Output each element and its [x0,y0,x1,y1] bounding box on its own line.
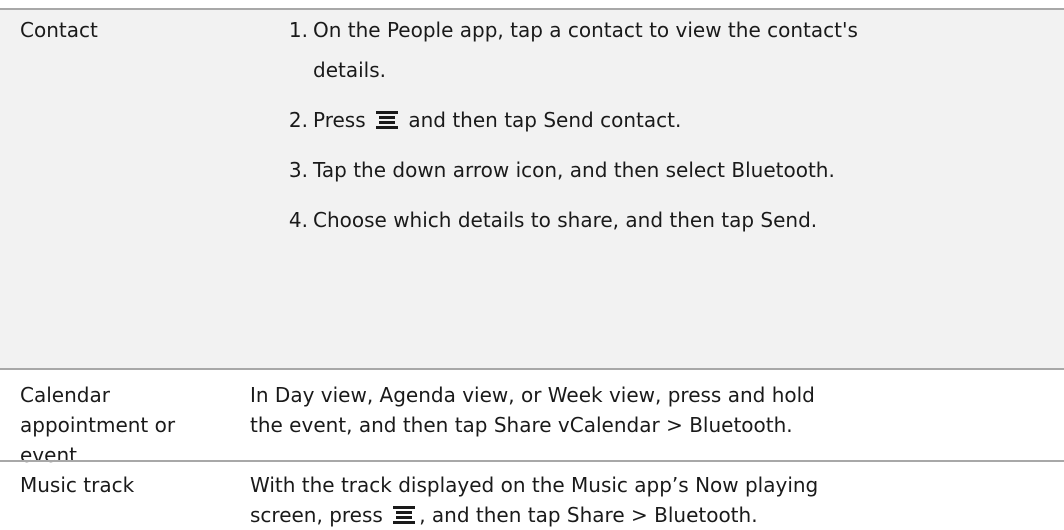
body-text-end: . [751,503,758,527]
row-label-music: Music track [20,473,135,497]
ui-target-bluetooth: Bluetooth [654,503,752,527]
step-text: and then tap [408,108,537,132]
path-separator: > [630,503,648,527]
step-number: 4 [250,205,308,235]
ui-target-bluetooth: Bluetooth [689,413,787,437]
step-number: 2 [250,105,308,135]
row-label-contact: Contact [20,18,98,42]
step-number: 3 [250,155,308,185]
body-text-line: In Day view, Agenda view, or Week view, … [250,383,815,407]
menu-icon [393,506,416,524]
ui-target-bluetooth: Bluetooth [731,158,829,182]
menu-icon [376,111,398,129]
sharing-table: Contact 1 On the People app, tap a conta… [0,0,1064,527]
path-separator: > [666,413,683,437]
body-text: the event, and then tap [250,413,488,437]
step-text-end: . [810,208,818,232]
step-text: Tap the down arrow icon, and then select [313,158,726,182]
row-label-line: appointment or [20,413,176,437]
ui-target-send: Send [760,208,811,232]
ui-target-send-contact: Send contact [543,108,675,132]
row-body-calendar: In Day view, Agenda view, or Week view, … [250,380,1050,440]
body-text-end: . [786,413,793,437]
row-body-music: With the track displayed on the Music ap… [250,470,1050,530]
table-row-music: Music track With the track displayed on … [0,462,1064,527]
body-text: screen, press [250,503,383,527]
ui-target-share-vcalendar: Share vCalendar [493,413,660,437]
step-text: Choose which details to share, and then … [313,208,755,232]
step-text-line: details. [313,58,386,82]
step-number: 1 [250,15,308,45]
row-label-line: Calendar [20,383,110,407]
step-text-line: On the People app, tap a contact to view… [313,18,858,42]
table-row-contact: Contact 1 On the People app, tap a conta… [0,10,1064,368]
step-4: 4 Choose which details to share, and the… [250,205,1050,235]
step-2: 2 Press and then tap Send contact. [250,105,1050,135]
body-text-line: With the track displayed on the Music ap… [250,473,819,497]
table-row-calendar: Calendar appointment or event In Day vie… [0,370,1064,467]
body-text-line: screen, press , and then tap Share > Blu… [250,500,1050,530]
body-text: , and then tap [419,503,561,527]
step-text-end: . [828,158,835,182]
ui-target-share: Share [566,503,625,527]
row-label-calendar: Calendar appointment or event [20,380,220,470]
step-3: 3 Tap the down arrow icon, and then sele… [250,155,1050,185]
step-text-end: . [674,108,682,132]
row-body-contact: 1 On the People app, tap a contact to vi… [250,15,1050,255]
step-1: 1 On the People app, tap a contact to vi… [250,15,1050,85]
step-text: Press [313,108,366,132]
body-text-line: the event, and then tap Share vCalendar … [250,410,1050,440]
